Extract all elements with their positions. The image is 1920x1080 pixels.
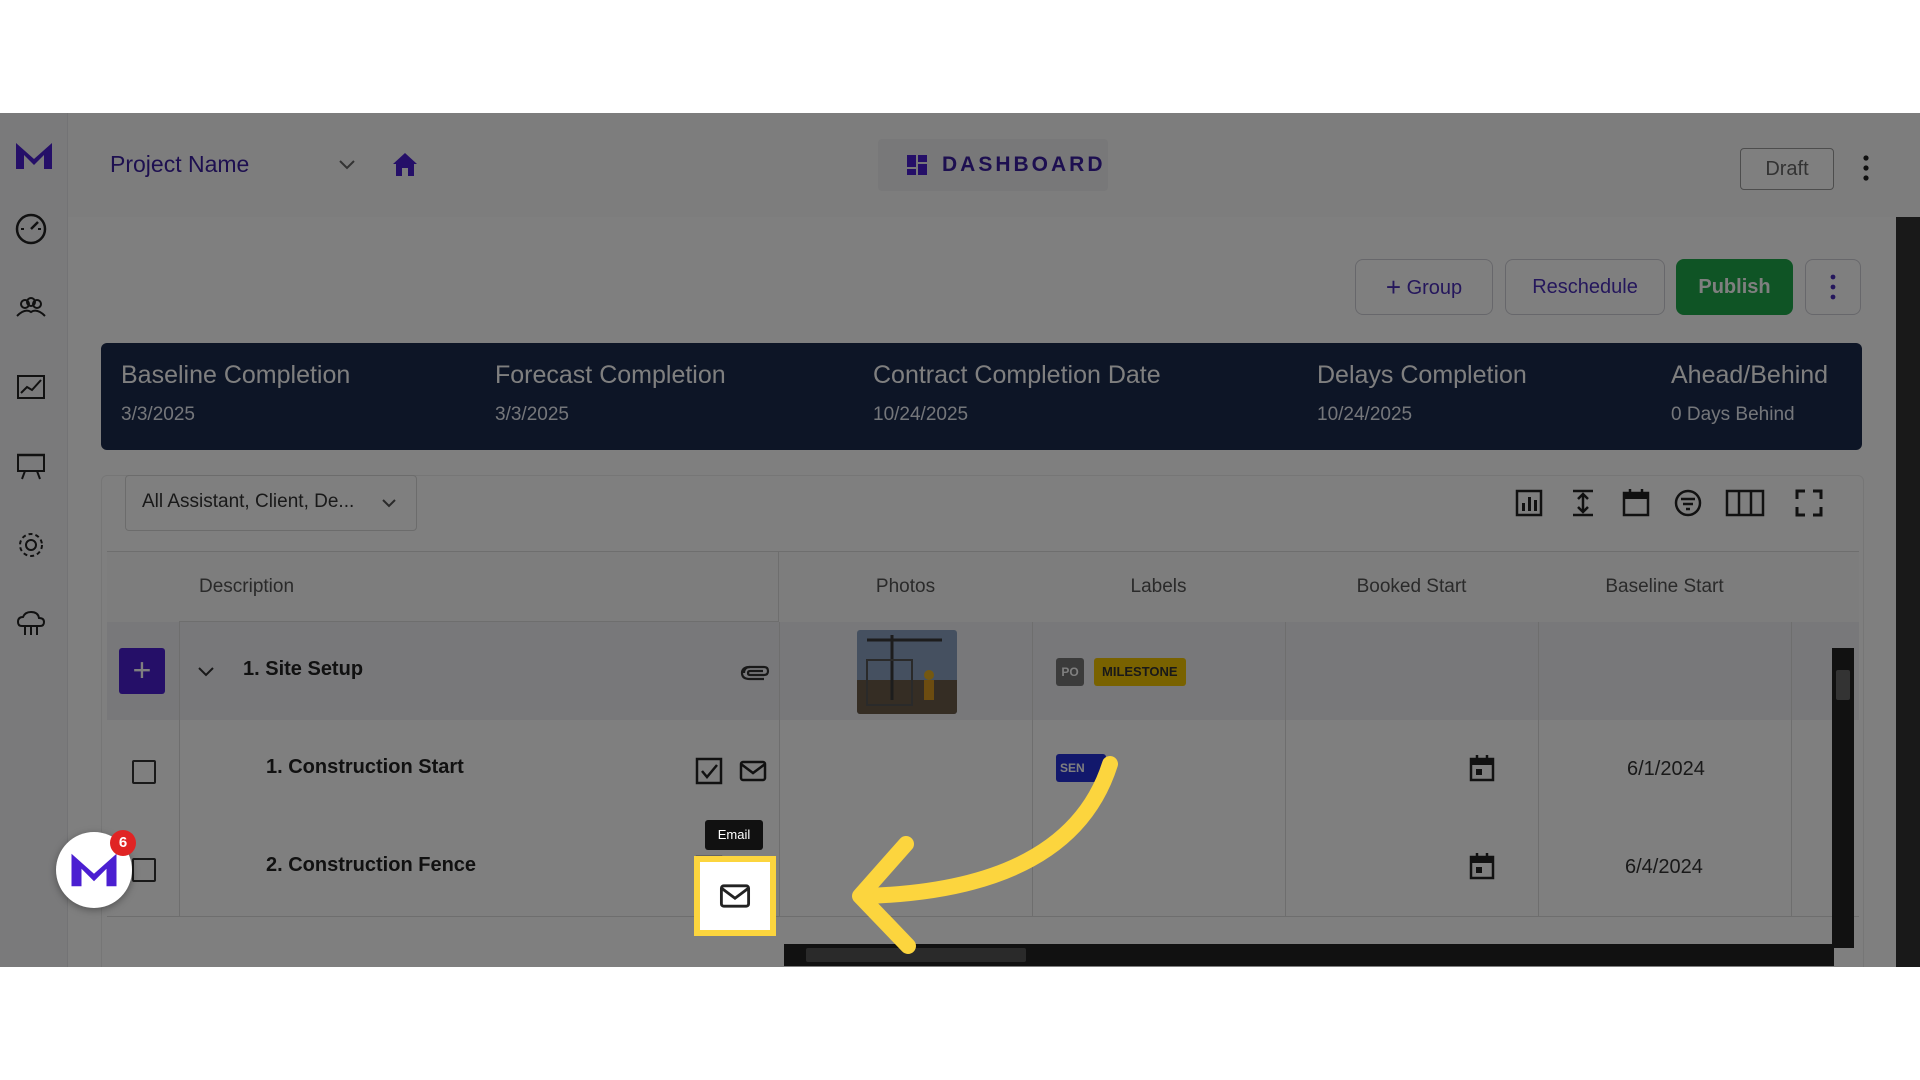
email-tooltip: Email bbox=[705, 820, 763, 850]
app-logo bbox=[71, 853, 117, 887]
callout-arrow-icon bbox=[852, 756, 1118, 954]
notification-count-badge: 6 bbox=[110, 830, 136, 856]
email-icon[interactable] bbox=[718, 879, 752, 913]
email-button-highlight[interactable] bbox=[694, 856, 776, 936]
